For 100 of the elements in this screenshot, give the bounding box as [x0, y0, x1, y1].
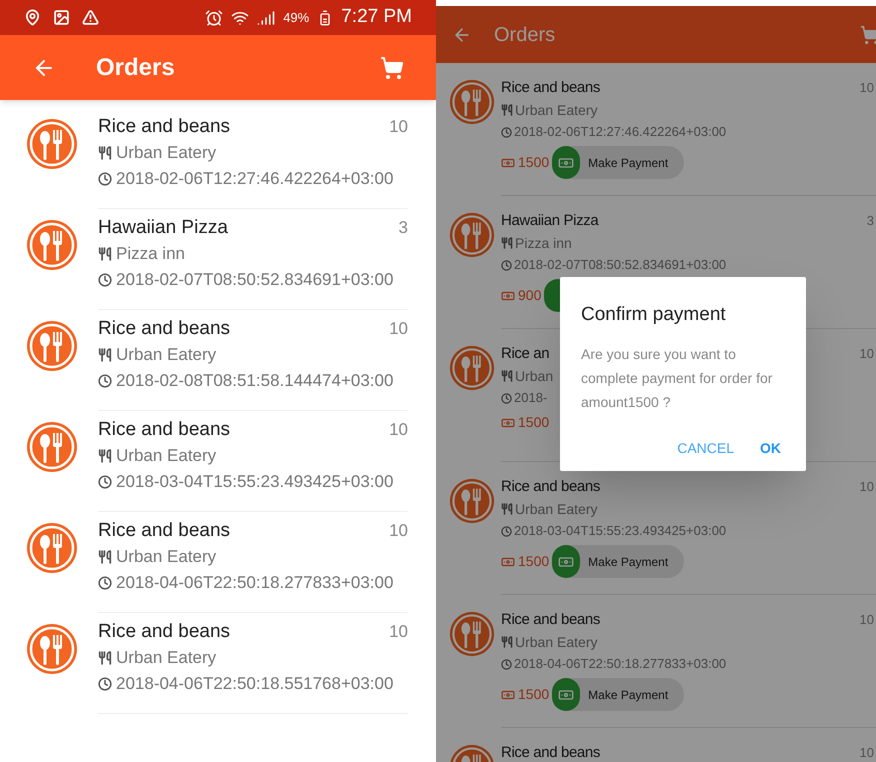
- restaurant-logo-icon: [26, 118, 78, 170]
- order-time: 2018-02-07T08:50:52.834691+03:00: [514, 256, 726, 274]
- order-title: Rice and beans: [98, 519, 230, 543]
- restaurant-name: Urban Eatery: [116, 445, 216, 467]
- restaurant-logo-icon: [26, 219, 78, 271]
- order-title: Rice and beans: [501, 610, 600, 630]
- utensils-icon: [98, 146, 112, 160]
- order-time: 2018-04-06T22:50:18.277833+03:00: [514, 655, 726, 673]
- order-quantity: 10: [860, 345, 875, 363]
- restaurant-name: Urban: [515, 367, 554, 386]
- order-title: Rice and beans: [501, 78, 600, 98]
- utensils-icon: [501, 503, 513, 515]
- restaurant-logo-icon: [449, 212, 495, 258]
- make-payment-button[interactable]: Make Payment: [552, 146, 684, 179]
- utensils-icon: [98, 449, 112, 463]
- restaurant-logo-icon: [26, 320, 78, 372]
- dialog-message: Are you sure you want to complete payment for order for amount1500 ?: [581, 344, 774, 412]
- clock-icon: [501, 526, 512, 536]
- alarm-clock-icon: [205, 8, 224, 26]
- restaurant-name: Urban Eatery: [515, 500, 598, 519]
- restaurant-logo-icon: [26, 522, 78, 574]
- order-price: 900: [518, 286, 542, 305]
- dialog-title: Confirm payment: [581, 303, 727, 327]
- order-price: 1500: [518, 413, 550, 432]
- clock-icon: [501, 392, 512, 404]
- order-time: 2018-03-04T15:55:23.493425+03:00: [514, 522, 726, 540]
- app-bar-title: Orders: [96, 52, 176, 82]
- restaurant-logo-icon: [449, 345, 495, 391]
- cart-icon[interactable]: [860, 24, 876, 44]
- restaurant-logo-icon: [26, 421, 78, 473]
- location-pin-icon: [24, 9, 41, 26]
- order-time: 2018-04-06T22:50:18.551768+03:00: [116, 673, 394, 695]
- order-title: Hawaiian Pizza: [501, 211, 598, 231]
- utensils-icon: [501, 636, 513, 648]
- restaurant-name: Urban Eatery: [116, 344, 216, 366]
- make-payment-button[interactable]: Make Payment: [552, 678, 684, 711]
- order-time: 2018-02-08T08:51:58.144474+03:00: [116, 370, 394, 392]
- clock-icon: [501, 126, 512, 138]
- utensils-icon: [98, 348, 112, 362]
- restaurant-name: Urban Eatery: [515, 633, 598, 652]
- utensils-icon: [501, 104, 513, 116]
- order-time: 2018-02-06T12:27:46.422264+03:00: [514, 123, 726, 141]
- restaurant-logo-icon: [449, 79, 495, 125]
- restaurant-logo-icon: [449, 478, 495, 524]
- order-time: 2018-04-06T22:50:18.277833+03:00: [116, 572, 394, 594]
- restaurant-name: Urban Eatery: [116, 647, 216, 669]
- restaurant-name: Pizza inn: [515, 234, 572, 253]
- order-quantity: 3: [866, 212, 875, 230]
- order-quantity: 10: [389, 318, 408, 340]
- utensils-icon: [98, 247, 112, 261]
- order-title: Rice and beans: [501, 477, 600, 497]
- restaurant-logo-icon: [449, 611, 495, 657]
- order-title: Rice an: [501, 344, 550, 364]
- clock-icon: [98, 273, 112, 287]
- app-bar-title: Orders: [494, 22, 556, 48]
- restaurant-name: Urban Eatery: [116, 142, 216, 164]
- battery-percent: 49%: [283, 8, 310, 27]
- order-quantity: 10: [860, 744, 875, 762]
- clock-icon: [98, 576, 112, 590]
- clock-icon: [98, 475, 112, 489]
- restaurant-name: Pizza inn: [116, 243, 185, 265]
- order-quantity: 10: [860, 79, 875, 97]
- clock-icon: [501, 658, 512, 670]
- order-title: Rice and beans: [98, 620, 230, 644]
- order-title: Rice and beans: [98, 317, 230, 341]
- restaurant-logo-icon: [26, 623, 78, 675]
- order-time: 2018-: [514, 389, 548, 407]
- order-quantity: 10: [860, 478, 875, 496]
- order-quantity: 10: [389, 520, 408, 542]
- restaurant-name: Urban Eatery: [116, 546, 216, 568]
- order-title: Rice and beans: [98, 115, 230, 139]
- status-time: 7:27 PM: [341, 5, 412, 30]
- order-quantity: 10: [860, 611, 875, 629]
- clock-icon: [98, 172, 112, 186]
- order-price: 1500: [518, 685, 550, 704]
- cancel-button[interactable]: CANCEL: [677, 438, 734, 459]
- utensils-icon: [98, 651, 112, 665]
- signal-icon: [257, 8, 276, 26]
- clock-icon: [98, 374, 112, 388]
- order-quantity: 10: [389, 419, 408, 441]
- make-payment-button[interactable]: Make Payment: [552, 545, 684, 578]
- cart-icon[interactable]: [380, 56, 404, 80]
- clock-icon: [98, 677, 112, 691]
- utensils-icon: [501, 370, 513, 382]
- ok-button[interactable]: OK: [760, 438, 781, 459]
- warning-icon: [82, 9, 99, 26]
- order-price: 1500: [518, 552, 550, 571]
- order-title: Rice and beans: [501, 743, 600, 762]
- order-time: 2018-03-04T15:55:23.493425+03:00: [116, 471, 394, 493]
- order-title: Hawaiian Pizza: [98, 216, 228, 240]
- utensils-icon: [501, 237, 513, 249]
- order-time: 2018-02-06T12:27:46.422264+03:00: [116, 168, 394, 190]
- order-quantity: 10: [389, 621, 408, 643]
- order-quantity: 10: [389, 116, 408, 138]
- image-icon: [53, 9, 70, 26]
- order-price: 1500: [518, 153, 550, 172]
- order-quantity: 3: [398, 217, 408, 239]
- utensils-icon: [98, 550, 112, 564]
- order-time: 2018-02-07T08:50:52.834691+03:00: [116, 269, 394, 291]
- order-title: Rice and beans: [98, 418, 230, 442]
